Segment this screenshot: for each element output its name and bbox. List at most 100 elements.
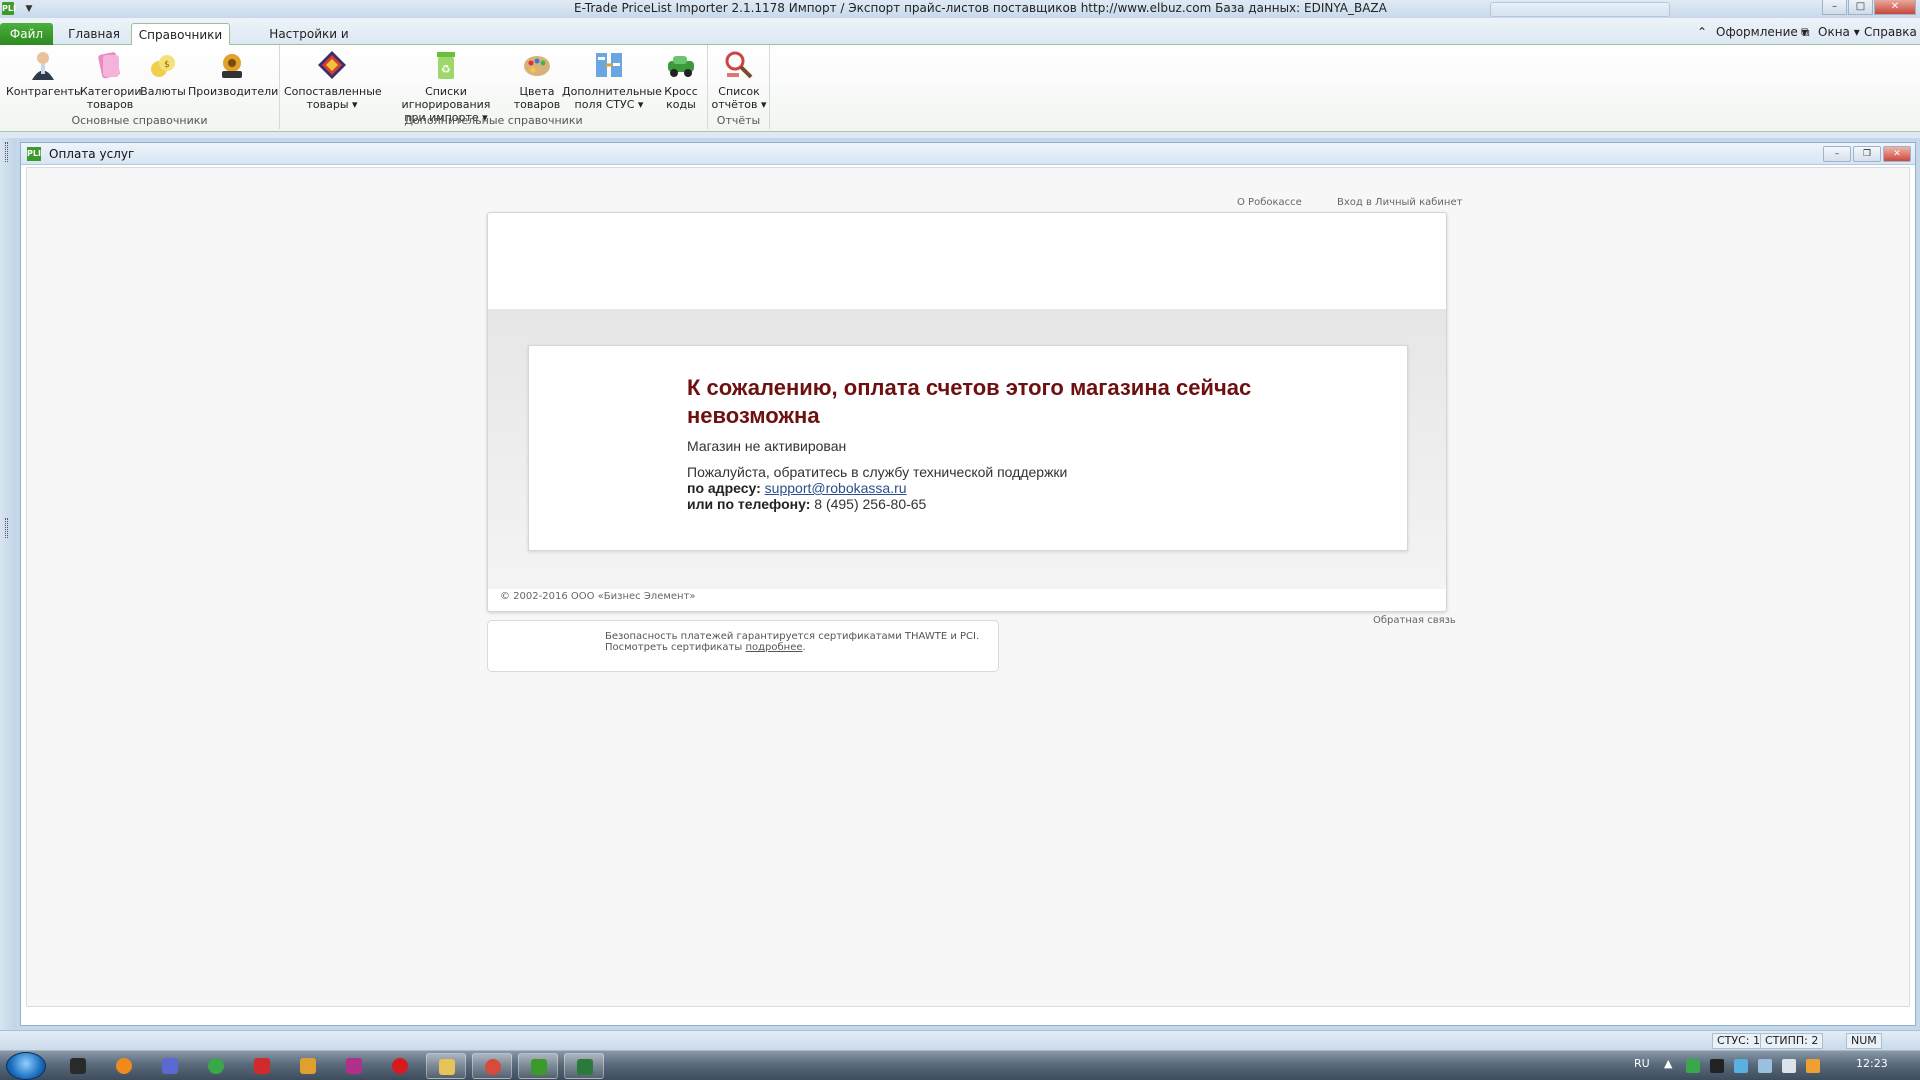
svg-text:$: $ [164,60,170,70]
extra-fields-button[interactable]: Дополнительные поля СТУС ▾ [562,49,662,111]
group-reports: Список отчётов ▾ Отчёты [708,45,770,129]
tray-icon-1[interactable] [1686,1059,1700,1073]
about-robokassa-link[interactable]: О Робокассе [1237,197,1302,208]
status-bar: СТУС: 1 СТИПП: 2 NUM [0,1030,1920,1050]
contractors-button[interactable]: Контрагенты [6,49,83,98]
taskbar-excel[interactable] [564,1053,604,1079]
taskbar-pricelist-importer[interactable] [518,1053,558,1079]
group-extra-references: Сопоставленные товары ▾ ♻ Списки игнориро… [280,45,708,129]
support-info: Пожалуйста, обратитесь в службу техничес… [687,464,1067,512]
ignore-list-icon: ♻ [437,52,455,79]
feedback-link[interactable]: Обратная связь [1373,615,1456,626]
phone-label: или по телефону: [687,496,811,512]
tab-settings-operations[interactable]: Настройки и операции [238,23,380,63]
ribbon-body: Контрагенты Категории товаров $ Валюты Пр… [0,45,1920,132]
tray-expand-icon[interactable]: ▲ [1664,1057,1672,1070]
child-window-payment: PLI Оплата услуг – ❐ ✕ О Робокассе Вход … [20,142,1916,1026]
colors-button[interactable]: Цвета товаров [512,49,562,111]
error-message-box: К сожалению, оплата счетов этого магазин… [528,345,1408,551]
contractor-icon [32,52,54,80]
manufacturer-icon [222,54,242,78]
ignore-lists-button[interactable]: ♻ Списки игнорирования при импорте ▾ [380,49,512,124]
extra-fields-icon [596,53,622,77]
background-window-tab[interactable] [1490,2,1670,17]
taskbar-explorer[interactable] [426,1053,466,1079]
cross-codes-icon [668,56,694,77]
support-phone: 8 (495) 256-80-65 [814,496,927,512]
currency-icon: $ [151,55,175,77]
child-close-button[interactable]: ✕ [1883,146,1911,162]
support-help-text: Пожалуйста, обратитесь в службу техничес… [687,464,1068,480]
child-window-controls: – ❐ ✕ [1821,146,1911,162]
tray-network-icon[interactable] [1734,1059,1748,1073]
title-bar: PLI ▼ E-Trade PriceList Importer 2.1.117… [0,0,1920,18]
menu-help[interactable]: Справка ▾ [1864,25,1920,39]
quick-access-dropdown-icon[interactable]: ▼ [17,0,41,18]
taskbar-app-7[interactable] [334,1053,374,1079]
windows-icon: ⧉ [1801,25,1810,39]
status-stus: СТУС: 1 [1712,1033,1765,1049]
reports-list-button[interactable]: Список отчётов ▾ [710,49,768,111]
language-indicator[interactable]: RU [1634,1057,1650,1070]
group-main-references: Контрагенты Категории товаров $ Валюты Пр… [0,45,280,129]
support-email-link[interactable]: support@robokassa.ru [765,480,907,496]
tray-icon-2[interactable] [1710,1059,1724,1073]
group-label-extra: Дополнительные справочники [404,114,583,127]
dock-grip-icon[interactable] [5,142,8,162]
tab-home[interactable]: Главная [62,23,126,45]
svg-text:♻: ♻ [441,63,451,76]
ribbon-tabs: Файл Главная Справочники Настройки и опе… [0,18,1920,63]
taskbar-app-4[interactable] [196,1053,236,1079]
clock[interactable]: 12:23 [1856,1057,1888,1070]
web-content: О Робокассе Вход в Личный кабинет К сожа… [26,167,1910,1007]
menu-windows[interactable]: Окна ▾ [1818,25,1860,39]
matched-goods-button[interactable]: Сопоставленные товары ▾ [284,49,382,111]
reports-icon [725,51,753,79]
tab-file[interactable]: Файл [0,23,53,45]
window-controls: – □ ✕ [1821,0,1916,17]
security-text: Безопасность платежей гарантируется серт… [605,631,980,653]
taskbar-app-3[interactable] [150,1053,190,1079]
taskbar-app-5[interactable] [242,1053,282,1079]
minimize-button[interactable]: – [1822,0,1847,15]
tray-icon-4[interactable] [1758,1059,1772,1073]
child-minimize-button[interactable]: – [1823,146,1851,162]
app-icon[interactable]: PLI [2,2,16,15]
taskbar-opera[interactable] [380,1053,420,1079]
group-label-main: Основные справочники [71,114,208,127]
collapse-ribbon-icon[interactable]: ⌃ [1697,25,1707,39]
start-button[interactable] [6,1052,46,1080]
taskbar-app-6[interactable] [288,1053,328,1079]
taskbar-app-1[interactable] [58,1053,98,1079]
child-window-titlebar: PLI Оплата услуг – ❐ ✕ [21,143,1915,165]
copyright: © 2002-2016 ООО «Бизнес Элемент» [500,591,696,602]
status-stipp: СТИПП: 2 [1760,1033,1824,1049]
matched-goods-icon [318,51,346,79]
certificates-details-link[interactable]: подробнее [745,642,802,653]
categories-button[interactable]: Категории товаров [80,49,142,111]
taskbar-chrome[interactable] [472,1053,512,1079]
child-restore-button[interactable]: ❐ [1853,146,1881,162]
taskbar: RU ▲ 12:23 [0,1050,1920,1080]
child-window-icon: PLI [27,147,41,161]
currencies-button[interactable]: $ Валюты [140,49,186,98]
group-label-reports: Отчёты [716,114,761,127]
palette-icon [524,56,550,76]
window-title: E-Trade PriceList Importer 2.1.1178 Импо… [574,1,1387,15]
maximize-button[interactable]: □ [1848,0,1873,15]
taskbar-app-2[interactable] [104,1053,144,1079]
manufacturers-button[interactable]: Производители [188,49,278,98]
tray-icon-6[interactable] [1806,1059,1820,1073]
tray-volume-icon[interactable] [1782,1059,1796,1073]
cabinet-login-link[interactable]: Вход в Личный кабинет [1337,197,1462,208]
tab-references[interactable]: Справочники [131,23,230,46]
close-button[interactable]: ✕ [1874,0,1916,15]
menu-appearance[interactable]: Оформление ▾ [1716,25,1808,39]
left-dock-rail[interactable] [0,138,16,1034]
security-notice: Безопасность платежей гарантируется серт… [487,620,999,672]
child-window-title: Оплата услуг [49,147,135,161]
category-icon [98,52,120,79]
status-num: NUM [1846,1033,1882,1049]
cross-codes-button[interactable]: Кросс коды [656,49,706,111]
dock-grip-icon[interactable] [5,518,8,538]
